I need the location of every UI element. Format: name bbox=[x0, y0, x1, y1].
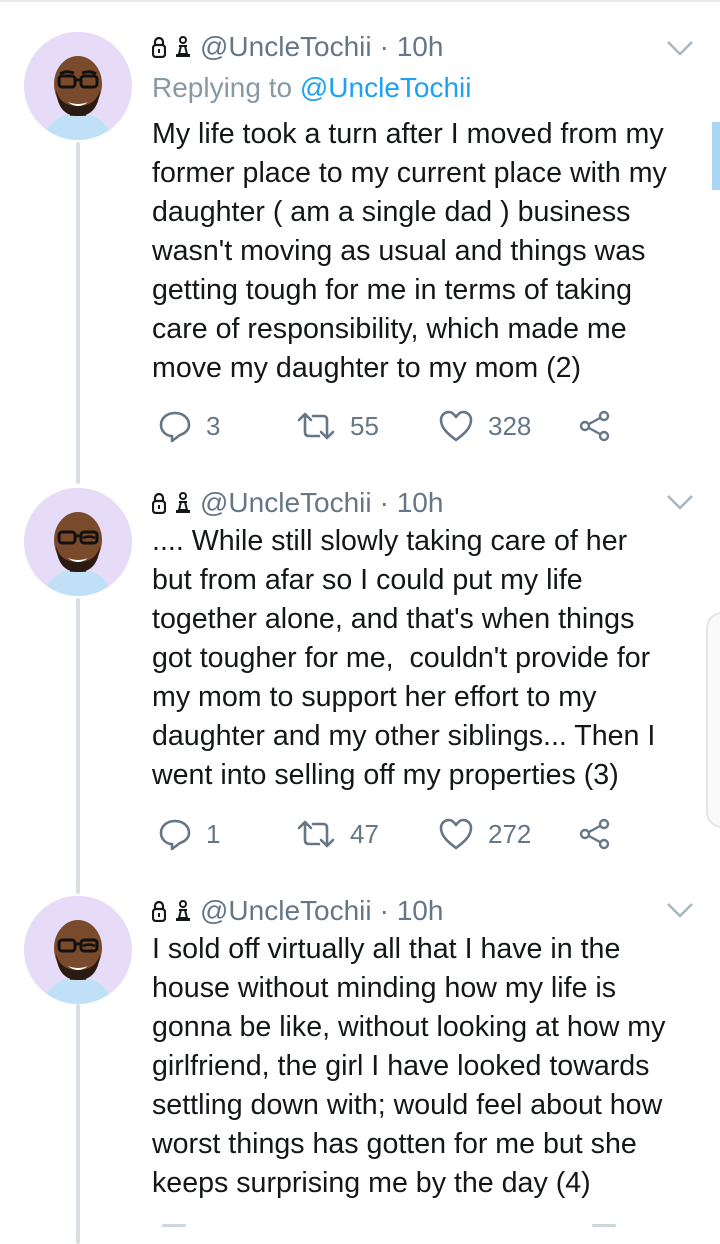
reply-button[interactable]: 1 bbox=[158, 814, 220, 854]
reply-icon bbox=[162, 1224, 186, 1227]
chevron-down-icon[interactable] bbox=[664, 36, 696, 60]
retweet-count: 55 bbox=[350, 410, 379, 441]
tweet[interactable]: @UncleTochii · 10h Replying to @UncleToc… bbox=[0, 0, 720, 470]
tweet[interactable]: @UncleTochii · 10h I sold off virtually … bbox=[0, 878, 720, 1244]
username-handle[interactable]: @UncleTochii bbox=[200, 895, 372, 927]
tweet-header: @UncleTochii · 10h bbox=[152, 30, 443, 64]
replying-to-label: Replying to bbox=[152, 72, 300, 103]
replying-to: Replying to @UncleTochii bbox=[152, 72, 471, 104]
tweet-actions: 1 47 272 bbox=[152, 814, 632, 854]
share-icon bbox=[579, 410, 610, 442]
timestamp: · 10h bbox=[379, 895, 444, 926]
tweet[interactable]: @UncleTochii · 10h .... While still slow… bbox=[0, 470, 720, 878]
chevron-down-icon[interactable] bbox=[664, 898, 696, 922]
chess-pawn-icon bbox=[174, 492, 192, 514]
like-count: 272 bbox=[488, 818, 532, 849]
heart-icon bbox=[439, 818, 473, 850]
reply-count: 3 bbox=[206, 410, 221, 441]
lock-icon bbox=[152, 900, 166, 922]
like-button[interactable]: 272 bbox=[438, 814, 531, 854]
like-button[interactable]: 328 bbox=[438, 406, 531, 446]
reply-icon bbox=[159, 819, 191, 851]
avatar[interactable] bbox=[24, 488, 132, 596]
tweet-header: @UncleTochii · 10h bbox=[152, 486, 443, 520]
avatar-image bbox=[24, 488, 132, 596]
like-count: 328 bbox=[488, 410, 532, 441]
chess-pawn-icon bbox=[174, 900, 192, 922]
share-button[interactable] bbox=[578, 814, 626, 854]
next-tweet-actions-partial bbox=[152, 1224, 720, 1244]
retweet-count: 47 bbox=[350, 818, 379, 849]
tweet-text: My life took a turn after I moved from m… bbox=[152, 118, 667, 384]
tweet-header: @UncleTochii · 10h bbox=[152, 894, 443, 928]
tweet-text: I sold off virtually all that I have in … bbox=[152, 933, 666, 1199]
scrollbar-thumb[interactable] bbox=[712, 122, 720, 190]
retweet-icon bbox=[297, 412, 335, 440]
tweet-text: .... While still slowly taking care of h… bbox=[152, 525, 656, 791]
lock-icon bbox=[152, 492, 166, 514]
heart-icon bbox=[439, 410, 473, 442]
lock-icon bbox=[152, 36, 166, 58]
chevron-down-icon[interactable] bbox=[664, 490, 696, 514]
avatar[interactable] bbox=[24, 896, 132, 1004]
username-handle[interactable]: @UncleTochii bbox=[200, 31, 372, 63]
replying-to-handle[interactable]: @UncleTochii bbox=[300, 72, 472, 103]
share-icon bbox=[592, 1224, 616, 1227]
retweet-button[interactable]: 55 bbox=[296, 406, 379, 446]
timestamp: · 10h bbox=[379, 31, 444, 62]
username-handle[interactable]: @UncleTochii bbox=[200, 487, 372, 519]
avatar-image bbox=[24, 32, 132, 140]
chess-pawn-icon bbox=[174, 36, 192, 58]
side-panel-handle[interactable] bbox=[706, 612, 720, 828]
reply-icon bbox=[159, 411, 191, 443]
share-icon bbox=[579, 818, 610, 850]
reply-button[interactable]: 3 bbox=[158, 406, 220, 446]
share-button[interactable] bbox=[578, 406, 626, 446]
reply-count: 1 bbox=[206, 818, 221, 849]
timestamp: · 10h bbox=[379, 487, 444, 518]
avatar[interactable] bbox=[24, 32, 132, 140]
tweet-actions: 3 55 328 bbox=[152, 406, 632, 446]
retweet-icon bbox=[297, 820, 335, 848]
avatar-image bbox=[24, 896, 132, 1004]
retweet-button[interactable]: 47 bbox=[296, 814, 379, 854]
